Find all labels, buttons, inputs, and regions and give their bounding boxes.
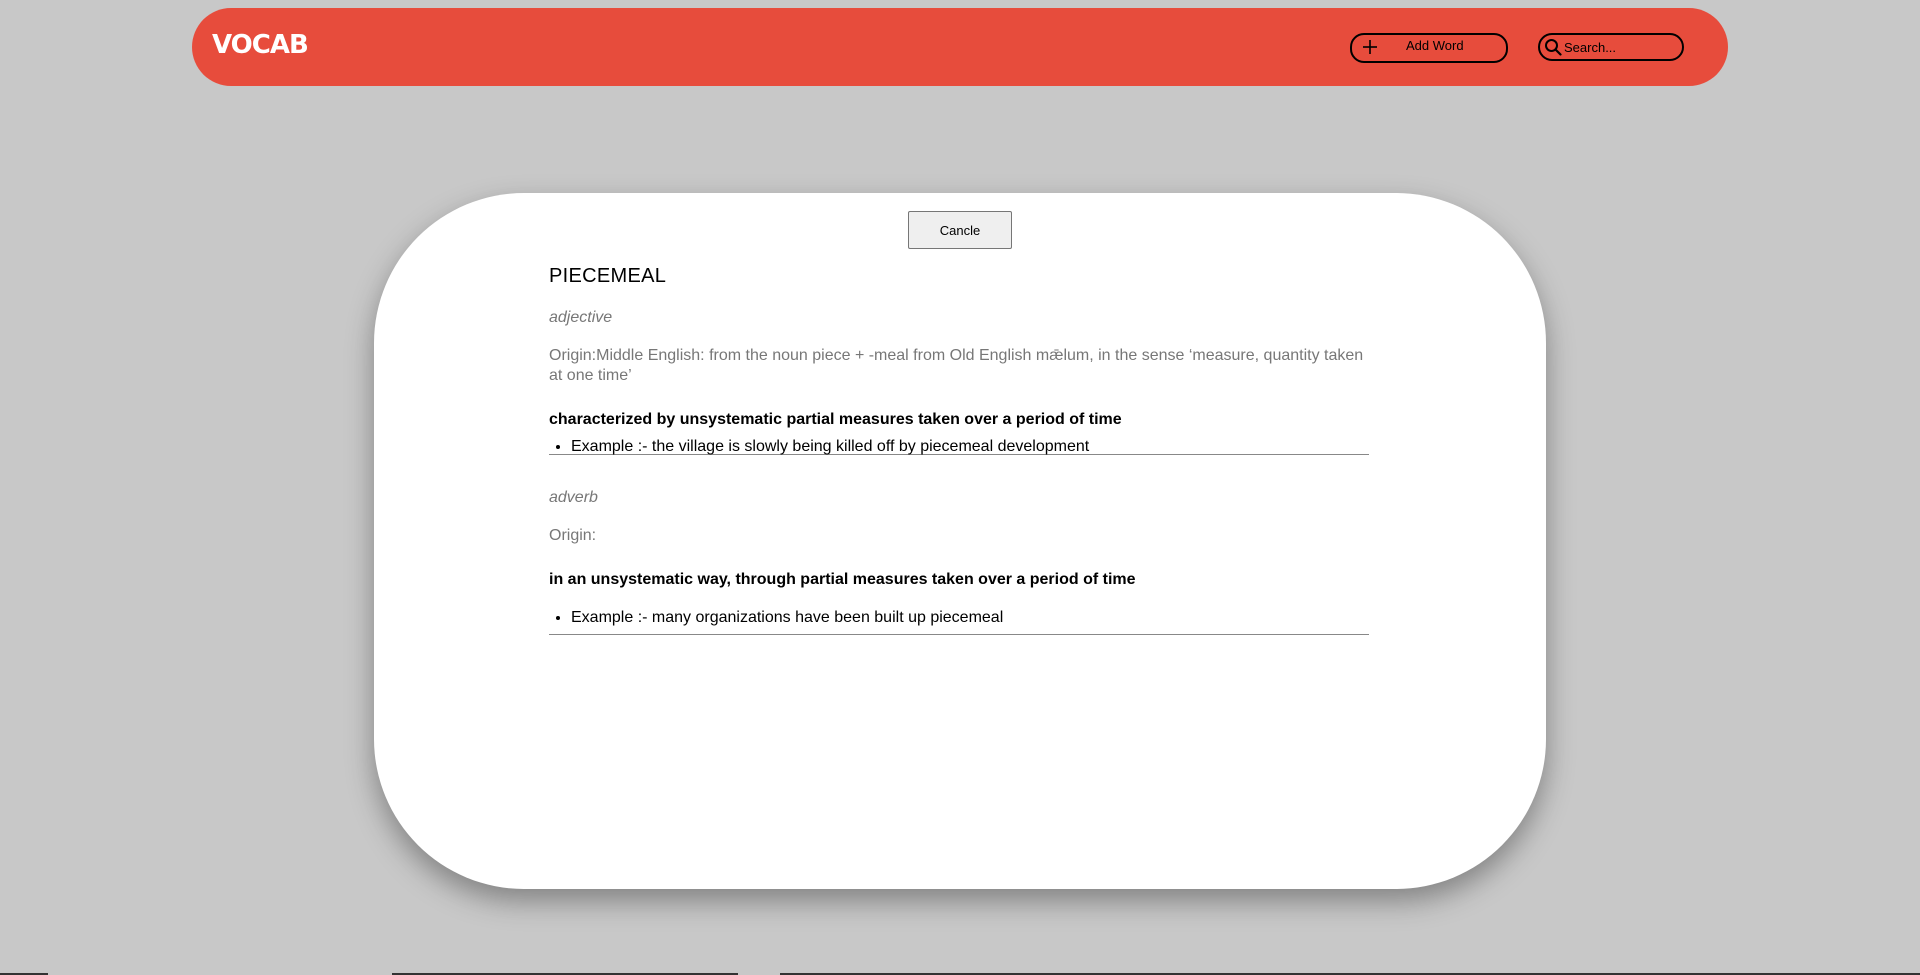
word-content: PIECEMEAL adjective Origin:Middle Englis… bbox=[549, 263, 1369, 635]
example-list: Example :- many organizations have been … bbox=[549, 608, 1003, 628]
word-title: PIECEMEAL bbox=[549, 265, 667, 287]
search-input[interactable] bbox=[1564, 37, 1676, 57]
meaning-block: adverb Origin: in an unsystematic way, t… bbox=[549, 489, 1369, 635]
definition-text: characterized by unsystematic partial me… bbox=[549, 411, 1122, 428]
origin-text: Origin: bbox=[549, 527, 597, 544]
part-of-speech: adverb bbox=[549, 489, 598, 506]
word-detail-modal: Cancle PIECEMEAL adjective Origin:Middle… bbox=[374, 193, 1546, 889]
origin-text: Origin:Middle English: from the noun pie… bbox=[549, 347, 1364, 384]
add-word-label: Add Word bbox=[1406, 38, 1464, 53]
search-box[interactable] bbox=[1538, 33, 1684, 61]
plus-icon bbox=[1363, 40, 1377, 54]
search-icon bbox=[1545, 39, 1562, 56]
navbar: VOCAB Add Word bbox=[192, 8, 1728, 86]
definition-text: in an unsystematic way, through partial … bbox=[549, 571, 1136, 588]
example-item: Example :- the village is slowly being k… bbox=[571, 437, 1089, 457]
example-list: Example :- the village is slowly being k… bbox=[549, 437, 1089, 457]
meaning-block: adjective Origin:Middle English: from th… bbox=[549, 309, 1369, 455]
example-item: Example :- many organizations have been … bbox=[571, 608, 1003, 628]
app-logo[interactable]: VOCAB bbox=[212, 30, 309, 60]
part-of-speech: adjective bbox=[549, 309, 613, 326]
add-word-button[interactable]: Add Word bbox=[1350, 33, 1508, 63]
cancel-button[interactable]: Cancle bbox=[908, 211, 1012, 249]
